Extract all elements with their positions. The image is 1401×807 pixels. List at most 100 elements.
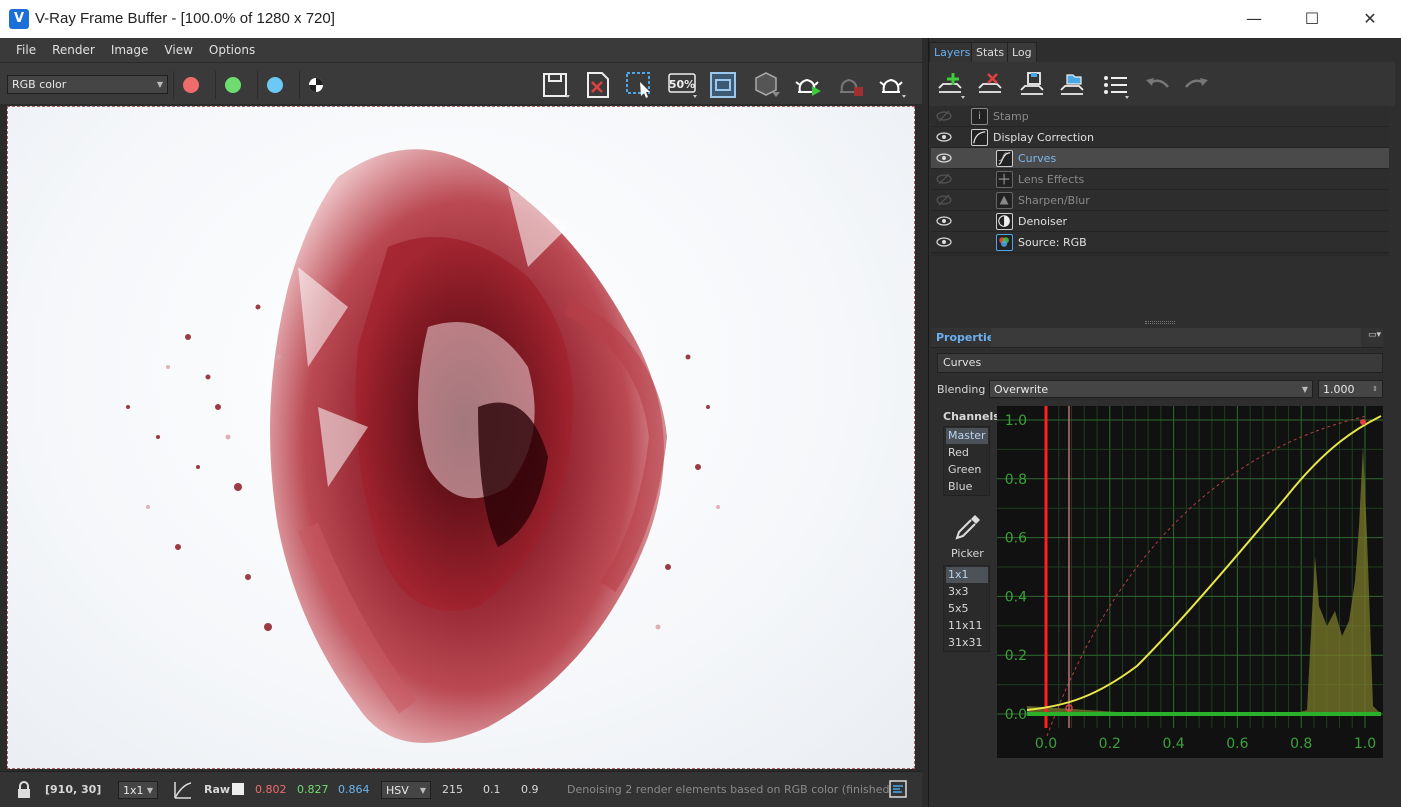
y-tick-label: 1.0 bbox=[1005, 413, 1027, 429]
eye-icon[interactable] bbox=[936, 131, 952, 143]
channel-red[interactable]: Red bbox=[946, 445, 988, 461]
panel-menu-icon[interactable]: ▭▾ bbox=[1368, 330, 1381, 340]
save-image-icon[interactable] bbox=[538, 68, 574, 102]
sample-size-select[interactable]: 1x1 ▼ bbox=[118, 781, 158, 799]
green-channel-button[interactable] bbox=[215, 71, 249, 99]
channel-green[interactable]: Green bbox=[946, 462, 988, 478]
curve-control-point[interactable] bbox=[1360, 419, 1366, 425]
render-teapot-icon[interactable] bbox=[874, 68, 910, 102]
curve-toggle-icon[interactable] bbox=[172, 779, 194, 801]
x-tick-label: 0.8 bbox=[1290, 736, 1312, 752]
opacity-spinner[interactable]: 1.000 ⇕ bbox=[1318, 380, 1383, 398]
add-layer-icon[interactable] bbox=[935, 70, 969, 100]
eye-hidden-icon[interactable] bbox=[936, 173, 952, 185]
start-render-icon[interactable] bbox=[790, 68, 826, 102]
red-value: 0.802 bbox=[255, 783, 287, 796]
eye-hidden-icon[interactable] bbox=[936, 194, 952, 206]
color-mode-select[interactable]: HSV ▼ bbox=[381, 781, 431, 799]
layer-label: Denoiser bbox=[1018, 215, 1068, 228]
close-button[interactable]: ✕ bbox=[1341, 0, 1399, 38]
window-title: V-Ray Frame Buffer - [100.0% of 1280 x 7… bbox=[35, 10, 335, 27]
layer-row-denoiser[interactable]: Denoiser bbox=[931, 211, 1389, 232]
blue-value: 0.864 bbox=[338, 783, 370, 796]
picker-size-1x1[interactable]: 1x1 bbox=[946, 567, 988, 583]
channel-select[interactable]: RGB color ▼ bbox=[7, 75, 168, 94]
layer-row-lens-effects[interactable]: Lens Effects bbox=[931, 169, 1389, 190]
layer-label: Display Correction bbox=[993, 131, 1094, 144]
delete-layer-icon[interactable] bbox=[975, 70, 1009, 100]
raw-checkbox[interactable] bbox=[232, 783, 244, 795]
curve-graph[interactable]: 0.0 0.2 0.4 0.6 0.8 1.0 0.0 0.2 0.4 0.6 0.8 1.0 bbox=[997, 406, 1383, 758]
layer-name-field[interactable]: Curves bbox=[937, 353, 1383, 373]
right-panel: Layers Stats Log i Stamp Display Correct… bbox=[928, 38, 1401, 807]
lock-icon[interactable] bbox=[14, 780, 34, 800]
vray-logo-icon: V bbox=[9, 9, 29, 29]
layer-row-sharpen-blur[interactable]: Sharpen/Blur bbox=[931, 190, 1389, 211]
eye-icon[interactable] bbox=[936, 215, 952, 227]
eye-icon[interactable] bbox=[936, 152, 952, 164]
picker-size-list: 1x1 3x3 5x5 11x11 31x31 bbox=[943, 565, 990, 652]
stop-render-icon[interactable] bbox=[832, 68, 868, 102]
eye-icon[interactable] bbox=[936, 236, 952, 248]
layer-presets-icon[interactable] bbox=[1099, 70, 1133, 100]
minimize-button[interactable]: — bbox=[1225, 0, 1283, 38]
menu-view[interactable]: View bbox=[156, 38, 200, 62]
redo-icon[interactable] bbox=[1179, 70, 1213, 100]
menu-options[interactable]: Options bbox=[201, 38, 263, 62]
picker-size-31x31[interactable]: 31x31 bbox=[946, 635, 988, 651]
save-layers-icon[interactable] bbox=[1017, 70, 1051, 100]
eyedropper-icon[interactable] bbox=[953, 512, 983, 542]
x-tick-label: 1.0 bbox=[1354, 736, 1376, 752]
menu-render[interactable]: Render bbox=[44, 38, 103, 62]
render-viewport[interactable] bbox=[0, 104, 922, 771]
properties-panel: Properties ▭▾ Curves Blending Overwrite ▼… bbox=[929, 326, 1395, 807]
blue-channel-button[interactable] bbox=[257, 71, 291, 99]
layer-toolbar bbox=[929, 62, 1395, 106]
color-mode-value: HSV bbox=[386, 784, 409, 797]
undo-icon[interactable] bbox=[1141, 70, 1175, 100]
layer-row-curves[interactable]: Curves bbox=[931, 148, 1389, 169]
picker-size-3x3[interactable]: 3x3 bbox=[946, 584, 988, 600]
eye-hidden-icon[interactable] bbox=[936, 110, 952, 122]
layer-row-stamp[interactable]: i Stamp bbox=[931, 106, 1389, 127]
region-render-icon[interactable] bbox=[622, 68, 658, 102]
menu-file[interactable]: File bbox=[8, 38, 44, 62]
clear-image-icon[interactable] bbox=[580, 68, 616, 102]
histogram-area bbox=[1027, 446, 1381, 714]
red-channel-button[interactable] bbox=[173, 71, 207, 99]
zoom-50-button[interactable]: 50% bbox=[664, 68, 700, 102]
blending-select[interactable]: Overwrite ▼ bbox=[989, 380, 1313, 398]
x-tick-label: 0.4 bbox=[1162, 736, 1184, 752]
tab-layers[interactable]: Layers bbox=[929, 42, 976, 62]
layer-row-display-correction[interactable]: Display Correction bbox=[931, 127, 1389, 148]
picker-size-11x11[interactable]: 11x11 bbox=[946, 618, 988, 634]
channel-master[interactable]: Master bbox=[946, 428, 988, 444]
menu-image[interactable]: Image bbox=[103, 38, 157, 62]
curve-plot[interactable]: 0.0 0.2 0.4 0.6 0.8 1.0 0.0 0.2 0.4 0.6 0.8 1.0 bbox=[997, 406, 1383, 758]
tab-stats[interactable]: Stats bbox=[971, 42, 1010, 62]
x-tick-label: 0.2 bbox=[1099, 736, 1121, 752]
load-layers-icon[interactable] bbox=[1057, 70, 1091, 100]
maximize-button[interactable]: ☐ bbox=[1283, 0, 1341, 38]
title-bar: V V-Ray Frame Buffer - [100.0% of 1280 x… bbox=[0, 0, 1401, 38]
status-message: Denoising 2 render elements based on RGB… bbox=[567, 783, 890, 796]
tab-log[interactable]: Log bbox=[1007, 42, 1037, 62]
wine-splash-render bbox=[126, 149, 720, 743]
layer-list: i Stamp Display Correction Curves Lens E… bbox=[931, 106, 1389, 256]
log-panel-icon[interactable] bbox=[888, 779, 908, 799]
y-tick-label: 0.8 bbox=[1005, 472, 1027, 488]
picker-size-5x5[interactable]: 5x5 bbox=[946, 601, 988, 617]
layer-row-source-rgb[interactable]: Source: RGB bbox=[931, 232, 1389, 253]
channel-blue[interactable]: Blue bbox=[946, 479, 988, 495]
sharpen-icon bbox=[996, 192, 1013, 209]
svg-text:50%: 50% bbox=[669, 78, 695, 91]
pixel-coords: [910, 30] bbox=[45, 783, 102, 796]
layer-label: Lens Effects bbox=[1018, 173, 1085, 186]
track-mouse-icon[interactable] bbox=[706, 68, 742, 102]
alpha-channel-button[interactable] bbox=[299, 71, 333, 99]
source-rgb-icon bbox=[996, 234, 1013, 251]
rendered-image[interactable] bbox=[7, 106, 915, 769]
red-dot-icon bbox=[183, 77, 199, 93]
render-region-cube-icon[interactable] bbox=[748, 68, 784, 102]
menu-bar: File Render Image View Options bbox=[0, 38, 922, 62]
